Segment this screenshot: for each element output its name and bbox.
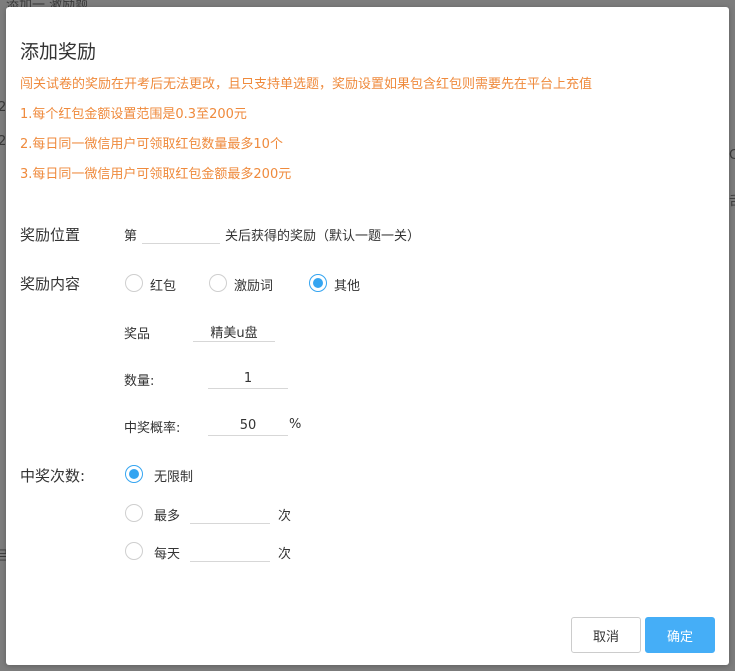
radio-daily-label: 每天 (154, 547, 181, 562)
quantity-input[interactable] (208, 368, 288, 389)
daily-times-input[interactable] (190, 541, 270, 562)
reward-position-input[interactable] (142, 223, 220, 244)
cancel-button[interactable]: 取消 (571, 617, 641, 653)
radio-other-label: 其他 (334, 279, 361, 294)
radio-encouragement[interactable] (209, 274, 227, 292)
dialog-title: 添加奖励 (20, 41, 97, 63)
radio-red-packet[interactable] (125, 274, 143, 292)
confirm-button[interactable]: 确定 (645, 617, 715, 653)
notice-rule-3: 3.每日同一微信用户可领取红包金额最多200元 (20, 167, 292, 182)
add-reward-dialog: 添加奖励 闯关试卷的奖励在开考后无法更改，且只支持单选题，奖励设置如果包含红包则… (6, 7, 729, 665)
radio-max[interactable] (125, 504, 143, 522)
reward-content-label: 奖励内容 (20, 275, 81, 293)
notice-rule-1: 1.每个红包金额设置范围是0.3至200元 (20, 107, 247, 122)
win-times-label: 中奖次数: (20, 467, 86, 485)
reward-position-prefix: 第 (124, 229, 138, 244)
radio-unlimited[interactable] (125, 465, 143, 483)
prize-input[interactable] (193, 321, 275, 342)
probability-unit: % (289, 417, 302, 432)
max-times-unit: 次 (278, 509, 292, 524)
notice-text: 闯关试卷的奖励在开考后无法更改，且只支持单选题，奖励设置如果包含红包则需要先在平… (20, 77, 593, 92)
probability-label: 中奖概率: (124, 421, 181, 436)
max-times-input[interactable] (190, 503, 270, 524)
notice-rule-2: 2.每日同一微信用户可领取红包数量最多10个 (20, 137, 283, 152)
daily-times-unit: 次 (278, 547, 292, 562)
radio-daily[interactable] (125, 542, 143, 560)
radio-unlimited-label: 无限制 (154, 470, 194, 485)
reward-position-suffix: 关后获得的奖励（默认一题一关） (225, 229, 421, 244)
background-text: 舌 (729, 190, 735, 209)
radio-encouragement-label: 激励词 (234, 279, 274, 294)
radio-red-packet-label: 红包 (150, 279, 177, 294)
radio-max-label: 最多 (154, 509, 181, 524)
prize-label: 奖品 (124, 327, 151, 342)
quantity-label: 数量: (124, 374, 155, 389)
radio-other[interactable] (309, 274, 327, 292)
probability-input[interactable] (208, 415, 288, 436)
reward-position-label: 奖励位置 (20, 226, 81, 244)
background-text: C (729, 148, 735, 163)
